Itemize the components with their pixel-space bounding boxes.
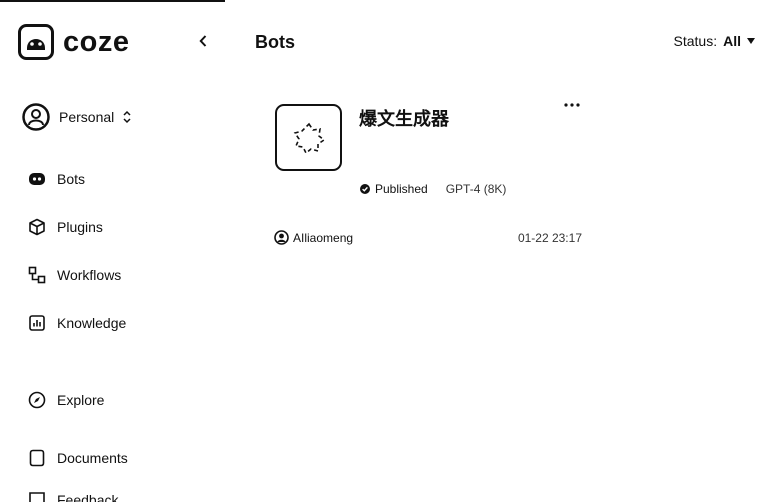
bot-updated-time: 01-22 23:17 [517,230,582,245]
explore-icon [27,390,47,410]
sidebar-item-explore[interactable]: Explore [27,390,104,410]
sidebar-item-label: Knowledge [57,315,127,331]
bot-model: GPT-4 (8K) [445,182,507,196]
sidebar-item-label: Documents [57,450,128,466]
status-badge: Published [375,182,428,196]
chevron-up-down-icon [123,110,131,124]
sidebar-item-workflows[interactable]: Workflows [27,265,121,285]
status-filter-value: All [723,33,741,49]
coze-bots-page: coze Personal Bots Plugins Workflows Kno… [0,0,775,502]
bot-meta: Published GPT-4 (8K) [360,182,506,196]
workspace-switcher[interactable]: Personal [22,103,132,131]
chevron-left-icon [199,35,207,47]
bot-name: 爆文生成器 [359,109,449,129]
sidebar-item-plugins[interactable]: Plugins [27,217,103,237]
sidebar-item-label: Plugins [57,219,103,235]
feedback-icon [27,490,47,502]
sidebar-item-label: Explore [57,392,105,408]
coze-logo-icon [18,24,54,60]
bot-footer: AIliaomeng 01-22 23:17 [274,230,582,245]
workspace-label: Personal [59,109,115,125]
documents-icon [27,448,47,468]
sidebar-item-knowledge[interactable]: Knowledge [27,313,126,333]
workflows-icon [27,265,47,285]
sidebar-item-bots[interactable]: Bots [27,169,85,189]
more-horizontal-icon [564,103,580,107]
sidebar-item-documents[interactable]: Documents [27,448,128,468]
bot-avatar [275,104,342,171]
knowledge-icon [27,313,47,333]
more-options-button[interactable] [562,98,582,112]
status-filter-dropdown[interactable]: Status: All [674,33,755,49]
plugins-icon [27,217,47,237]
published-check-icon [360,184,370,194]
status-filter-label: Status: [673,33,718,49]
bot-creator: AIliaomeng [293,230,354,245]
bot-avatar-placeholder-icon [293,122,325,154]
sidebar-item-label: Workflows [57,267,122,283]
bot-card[interactable]: 爆文生成器 Published GPT-4 (8K) AIliaomeng 01… [274,98,584,258]
page-title: Bots [255,32,295,52]
caret-down-icon [747,38,755,44]
app-name: coze [63,26,130,58]
sidebar-item-label: Bots [57,171,86,187]
top-divider [0,0,225,2]
bots-icon [27,169,47,189]
sidebar-item-label: Feedback [57,492,119,502]
workspace-avatar-icon [22,103,50,131]
creator-avatar-icon [274,230,289,245]
sidebar-item-feedback[interactable]: Feedback [27,490,118,502]
collapse-sidebar-button[interactable] [194,30,212,52]
logo[interactable]: coze [18,24,129,60]
